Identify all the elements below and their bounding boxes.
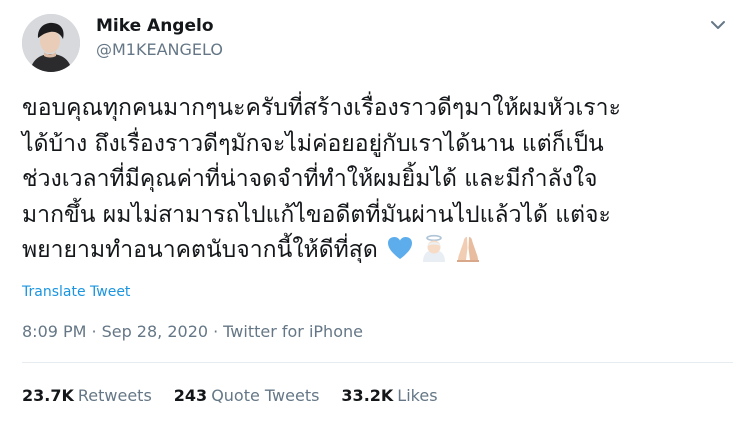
meta-separator: ·	[91, 322, 97, 341]
likes-stat[interactable]: 33.2K Likes	[341, 386, 437, 405]
quote-tweets-count: 243	[173, 386, 208, 405]
likes-count: 33.2K	[341, 386, 394, 405]
angel-icon	[422, 234, 445, 262]
quote-tweets-stat[interactable]: 243 Quote Tweets	[174, 386, 320, 405]
tweet-time[interactable]: 8:09 PM	[22, 322, 86, 341]
tweet-text: ขอบคุณทุกคนมากๆนะครับที่สร้างเรื่องราวดี…	[22, 91, 732, 269]
retweets-stat[interactable]: 23.7K Retweets	[22, 386, 152, 405]
quote-tweets-label: Quote Tweets	[211, 386, 320, 405]
display-name[interactable]: Mike Angelo	[96, 14, 223, 38]
emoji-row	[386, 234, 482, 262]
tweet-source[interactable]: Twitter for iPhone	[223, 322, 363, 341]
tweet-text-content: ขอบคุณทุกคนมากๆนะครับที่สร้างเรื่องราวดี…	[22, 95, 621, 263]
author-block: Mike Angelo @M1KEANGELO	[96, 14, 223, 61]
avatar-photo	[22, 14, 80, 72]
chevron-down-icon[interactable]	[707, 14, 729, 36]
likes-label: Likes	[397, 386, 438, 405]
blue-heart-icon	[387, 236, 412, 259]
translate-tweet-link[interactable]: Translate Tweet	[22, 284, 130, 300]
user-handle[interactable]: @M1KEANGELO	[96, 39, 223, 61]
retweets-count: 23.7K	[22, 386, 74, 405]
retweets-label: Retweets	[77, 386, 152, 405]
tweet-metadata: 8:09 PM · Sep 28, 2020 · Twitter for iPhone	[22, 322, 363, 341]
avatar[interactable]	[22, 14, 80, 72]
tweet-card: Mike Angelo @M1KEANGELO ขอบคุณทุกคนมากๆน…	[0, 0, 745, 425]
divider	[22, 362, 733, 363]
tweet-stats: 23.7K Retweets 243 Quote Tweets 33.2K Likes	[22, 386, 438, 405]
folded-hands-icon	[456, 236, 479, 262]
tweet-date[interactable]: Sep 28, 2020	[102, 322, 209, 341]
meta-separator: ·	[213, 322, 219, 341]
